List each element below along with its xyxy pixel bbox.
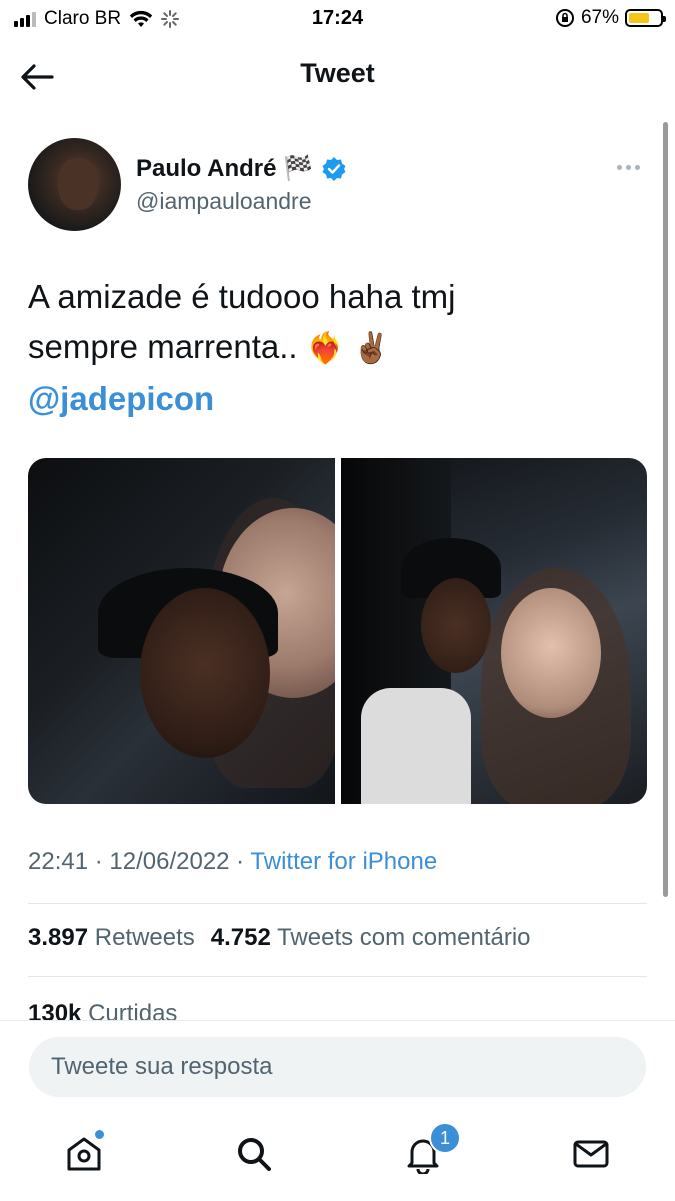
envelope-icon [573,1140,609,1168]
reply-input[interactable] [29,1037,646,1097]
page-title: Tweet [300,58,375,88]
status-right: 67% [555,7,666,29]
notifications-badge: 1 [429,1122,461,1154]
retweets-label: Retweets [94,924,195,951]
tab-search[interactable] [230,1130,278,1178]
status-bar: Claro BR 17:24 67% [0,0,675,38]
battery-percent: 67% [580,7,619,28]
author-name-row: Paulo André 🏁 [136,154,347,183]
tab-notifications[interactable]: 1 [399,1122,461,1178]
home-new-indicator [95,1130,104,1139]
author-handle[interactable]: @iampauloandre [136,188,312,215]
retweets-count: 3.897 [28,924,89,951]
nav-header: Tweet [0,40,675,112]
tweet-source-link[interactable]: Twitter for iPhone [250,848,437,875]
avatar-face [58,158,98,210]
photo-face-shape [420,578,491,673]
tweet-text-line-1: A amizade é tudooo haha tmj [28,278,456,315]
quotes-label: Tweets com comentário [277,924,531,951]
orientation-lock-icon [555,9,574,27]
bottom-tab-bar: 1 [0,1104,675,1200]
tweet-emojis: ❤️‍🔥 ✌🏾 [306,332,390,365]
battery-level-fill [629,13,649,23]
divider [28,976,647,977]
tweet-text-line-2: sempre marrenta.. ❤️‍🔥 ✌🏾 [28,322,647,374]
tweet-date: 12/06/2022 [109,848,230,875]
verified-badge-icon [322,156,346,181]
tweet-photo-1[interactable] [28,458,335,804]
tweet-text: A amizade é tudooo haha tmj sempre marre… [28,272,647,424]
tweet-author: Paulo André 🏁 @iampauloandre [28,138,647,233]
photo-face-shape [140,588,270,758]
avatar[interactable] [28,138,121,231]
tweet-meta: 22:41 · 12/06/2022 · Twitter for iPhone [28,848,438,875]
retweets-stat[interactable]: 3.897 Retweets [28,924,195,952]
more-dot-icon [626,164,631,170]
tweet-stats: 3.897 Retweets 4.752 Tweets com comentár… [28,924,531,952]
author-name[interactable]: Paulo André 🏁 [136,154,313,183]
photo-face-shape [500,588,601,718]
more-dot-icon [617,164,622,170]
quotes-count: 4.752 [210,924,271,951]
search-icon [238,1138,271,1171]
tweet-text-line-2-text: sempre marrenta.. [28,328,298,365]
more-options-button[interactable] [617,160,647,174]
home-icon [67,1137,101,1171]
tweet-time: 22:41 [28,848,89,875]
photo-shirt-shape [360,688,471,804]
battery-icon [625,9,666,27]
tweet-media [28,458,647,804]
divider [28,903,647,904]
quotes-stat[interactable]: 4.752 Tweets com comentário [211,924,531,952]
more-dot-icon [635,164,640,170]
scrollbar[interactable] [663,122,668,897]
tab-messages[interactable] [567,1130,615,1178]
tweet-photo-2[interactable] [340,458,647,804]
mention-link[interactable]: @jadepicon [28,374,647,424]
tab-home[interactable] [60,1130,108,1178]
